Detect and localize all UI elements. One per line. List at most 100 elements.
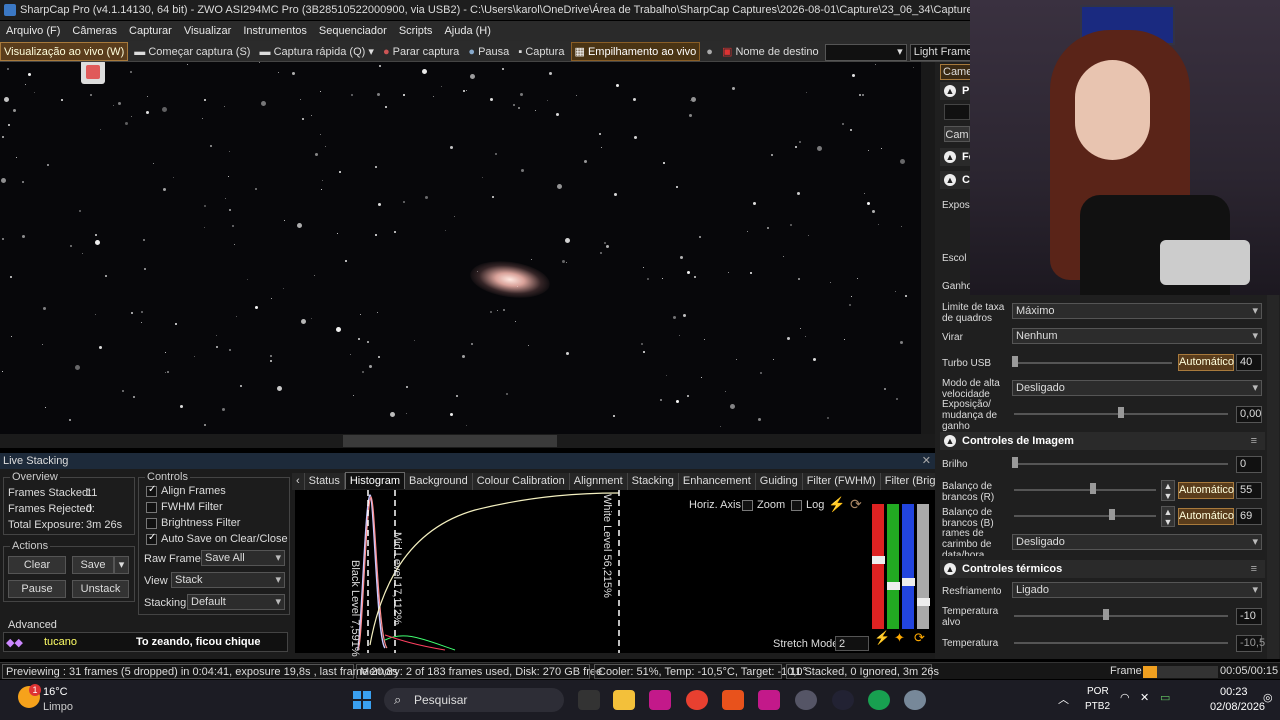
timestamp-select[interactable]: Desligado bbox=[1012, 534, 1262, 550]
live-stacking-button[interactable]: ▦ Empilhamento ao vivo bbox=[570, 42, 701, 61]
reset-icon[interactable]: ⟳ bbox=[850, 496, 862, 513]
flip-select[interactable]: Nenhum bbox=[1012, 328, 1262, 344]
stop-capture-button[interactable]: ● Parar captura bbox=[380, 43, 462, 61]
sharpcap-taskbar-icon[interactable] bbox=[904, 690, 926, 710]
cam-button[interactable]: Cam bbox=[944, 126, 970, 142]
wb-blue-knob[interactable] bbox=[1109, 509, 1115, 520]
start-capture-button[interactable]: ▬ Começar captura (S) bbox=[131, 43, 253, 61]
wb-red-auto-button[interactable]: Automático bbox=[1178, 482, 1234, 499]
target-name-input[interactable]: ▾ bbox=[824, 43, 907, 61]
camera-tab[interactable]: Camer bbox=[940, 64, 976, 80]
stellarium-icon[interactable] bbox=[832, 690, 854, 710]
wb-red-stepper[interactable]: ▲ ▼ bbox=[1161, 480, 1175, 501]
tab-alignment[interactable]: Alignment bbox=[569, 473, 628, 490]
auto-save-checkbox[interactable] bbox=[146, 532, 157, 545]
battery-icon[interactable]: ▭ bbox=[1160, 691, 1170, 704]
tab-histogram[interactable]: Histogram bbox=[344, 472, 405, 489]
task-view-icon[interactable] bbox=[578, 690, 600, 710]
windows-start-icon[interactable] bbox=[352, 690, 374, 710]
save-button[interactable]: Save bbox=[72, 556, 114, 574]
wb-blue-slider[interactable] bbox=[1014, 515, 1156, 517]
target-temp-slider[interactable] bbox=[1014, 615, 1228, 617]
live-view-button[interactable]: Visualização ao vivo (W) bbox=[0, 42, 129, 61]
turbo-usb-knob[interactable] bbox=[1012, 356, 1018, 367]
wb-blue-value[interactable]: 69 bbox=[1236, 508, 1262, 525]
clock-time[interactable]: 00:23 bbox=[1220, 686, 1248, 698]
align-frames-checkbox[interactable] bbox=[146, 484, 157, 497]
capture-button[interactable]: ▪ Captura bbox=[515, 43, 567, 61]
target-temp-knob[interactable] bbox=[1103, 609, 1109, 620]
panel-scrollbar[interactable] bbox=[1267, 295, 1279, 659]
frame-type-select[interactable]: Light Frames ▾ bbox=[909, 43, 970, 61]
pause-button[interactable]: ● Pausa bbox=[465, 43, 512, 61]
section-image-controls[interactable]: ▲ Controles de Imagem ≡ bbox=[940, 432, 1265, 450]
menu-capture[interactable]: Capturar bbox=[129, 25, 172, 37]
unstack-button[interactable]: Unstack bbox=[72, 580, 129, 598]
zoom-checkbox[interactable] bbox=[742, 500, 753, 511]
wb-red-knob[interactable] bbox=[1090, 483, 1096, 494]
tab-filter-fwhm[interactable]: Filter (FWHM) bbox=[802, 473, 881, 490]
exposure-gain-value[interactable]: 0,00 bbox=[1236, 406, 1262, 423]
close-icon[interactable]: ✕ bbox=[922, 453, 931, 469]
search-box[interactable]: ⌕ Pesquisar bbox=[384, 688, 564, 712]
clock-date[interactable]: 02/08/2026 bbox=[1210, 701, 1265, 713]
high-speed-mode-select[interactable]: Desligado bbox=[1012, 380, 1262, 396]
frame-rate-select[interactable]: Máximo bbox=[1012, 303, 1262, 319]
wb-blue-stepper[interactable]: ▲ ▼ bbox=[1161, 506, 1175, 527]
app-pink-icon[interactable] bbox=[649, 690, 671, 710]
chevron-down-icon[interactable]: ▾ bbox=[368, 46, 374, 58]
menu-icon[interactable]: ≡ bbox=[1251, 432, 1257, 450]
chrome-icon[interactable] bbox=[686, 690, 708, 710]
tabs-scroll-left-icon[interactable]: ‹ bbox=[292, 473, 305, 490]
brave-icon[interactable] bbox=[722, 690, 744, 710]
raw-frames-select[interactable]: Save All bbox=[201, 550, 285, 566]
channel-sliders[interactable]: ⚡ ✦ ⟳ bbox=[872, 494, 932, 651]
tab-status[interactable]: Status bbox=[304, 473, 345, 490]
tab-filter-brightness[interactable]: Filter (Brightness) bbox=[880, 473, 935, 490]
exposure-gain-knob[interactable] bbox=[1118, 407, 1124, 418]
wb-red-value[interactable]: 55 bbox=[1236, 482, 1262, 499]
tab-colour-calibration[interactable]: Colour Calibration bbox=[472, 473, 570, 490]
menu-icon[interactable]: ≡ bbox=[1251, 560, 1257, 578]
notification-bell-icon[interactable]: ◎ bbox=[1263, 691, 1273, 704]
tab-background[interactable]: Background bbox=[404, 473, 473, 490]
section-thermal-controls[interactable]: ▲ Controles térmicos ≡ bbox=[940, 560, 1265, 578]
menu-file[interactable]: Arquivo (F) bbox=[6, 25, 60, 37]
image-viewer[interactable] bbox=[0, 62, 935, 434]
pause-stacking-button[interactable]: Pause bbox=[8, 580, 66, 598]
tab-enhancement[interactable]: Enhancement bbox=[678, 473, 756, 490]
fwhm-filter-checkbox[interactable] bbox=[146, 502, 157, 513]
target-temp-value[interactable]: -10 bbox=[1236, 608, 1262, 625]
obs-icon[interactable] bbox=[795, 690, 817, 710]
stretch-mode-input[interactable]: 2 bbox=[835, 636, 869, 651]
wifi-icon[interactable]: ◠ bbox=[1120, 691, 1130, 704]
lightning-icon[interactable]: ⚡ bbox=[828, 496, 845, 513]
wb-blue-auto-button[interactable]: Automático bbox=[1178, 508, 1234, 525]
preset-input[interactable] bbox=[944, 104, 970, 120]
menu-view[interactable]: Visualizar bbox=[184, 25, 232, 37]
view-select[interactable]: Stack bbox=[171, 572, 285, 588]
viewer-vertical-scrollbar[interactable] bbox=[921, 62, 935, 434]
histogram-area[interactable]: Black Level 7,591% Mid Level 17,112% Whi… bbox=[295, 490, 935, 657]
stacking-select[interactable]: Default bbox=[187, 594, 285, 610]
brightness-value[interactable]: 0 bbox=[1236, 456, 1262, 473]
menu-scripts[interactable]: Scripts bbox=[399, 25, 433, 37]
wb-red-slider[interactable] bbox=[1014, 489, 1156, 491]
clear-button[interactable]: Clear bbox=[8, 556, 66, 574]
green-app-icon[interactable] bbox=[868, 690, 890, 710]
chevron-up-icon[interactable]: ︿ bbox=[1058, 691, 1069, 707]
tab-stacking[interactable]: Stacking bbox=[627, 473, 679, 490]
menu-help[interactable]: Ajuda (H) bbox=[444, 25, 490, 37]
cooling-select[interactable]: Ligado bbox=[1012, 582, 1262, 598]
advanced-label[interactable]: Advanced bbox=[8, 619, 57, 631]
log-checkbox[interactable] bbox=[791, 500, 802, 511]
horizontal-scroll-thumb[interactable] bbox=[343, 435, 557, 447]
viewer-notification-icon[interactable] bbox=[81, 62, 105, 84]
keyboard-layout[interactable]: PTB2 bbox=[1085, 701, 1110, 712]
tab-guiding[interactable]: Guiding bbox=[755, 473, 803, 490]
brightness-slider[interactable] bbox=[1014, 463, 1228, 465]
language-label[interactable]: POR bbox=[1087, 686, 1109, 697]
menu-sequencer[interactable]: Sequenciador bbox=[319, 25, 387, 37]
menu-tools[interactable]: Instrumentos bbox=[243, 25, 307, 37]
file-explorer-icon[interactable] bbox=[613, 690, 635, 710]
